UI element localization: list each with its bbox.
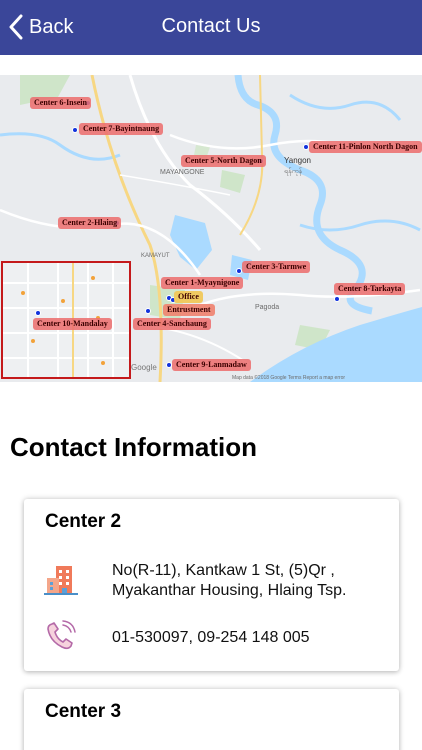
contact-info-heading: Contact Information: [10, 432, 257, 462]
map-label-center4[interactable]: Center 4-Sanchaung: [133, 318, 211, 330]
map-label-center8[interactable]: Center 8-Tarkayta: [334, 283, 406, 295]
map-place-yangon: Yangon: [284, 156, 311, 165]
map-label-center11[interactable]: Center 11-Pinlon North Dagon: [309, 141, 422, 153]
map-label-center2[interactable]: Center 2-Hlaing: [58, 217, 122, 229]
map-attribution: Map data ©2018 Google Terms Report a map…: [232, 375, 346, 381]
map-pin-center4[interactable]: [145, 308, 151, 314]
map-label-entrustment[interactable]: Entrustment: [163, 304, 215, 316]
map-label-center3[interactable]: Center 3-Tarmwe: [242, 261, 311, 273]
map-label-office[interactable]: Office: [174, 291, 203, 303]
google-logo: Google: [131, 363, 157, 372]
map-pin-center10[interactable]: [35, 310, 41, 316]
map-label-center9[interactable]: Center 9-Lanmadaw: [172, 359, 251, 371]
phone-icon: [47, 620, 76, 650]
map-label-center7[interactable]: Center 7-Bayintnaung: [79, 123, 164, 135]
phone-text[interactable]: 01-530097, 09-254 148 005: [112, 628, 310, 648]
map-place-mayangone: MAYANGONE: [160, 169, 205, 176]
map-pin-center8[interactable]: [334, 296, 340, 302]
page-title: Contact Us: [161, 15, 261, 37]
card-title: Center 3: [45, 701, 122, 722]
map-pin-center7[interactable]: [72, 127, 78, 133]
building-icon: [44, 566, 78, 595]
map-label-center5[interactable]: Center 5-North Dagon: [181, 155, 266, 167]
address-line-2: Myakanthar Housing, Hlaing Tsp.: [112, 582, 347, 599]
map-label-center10[interactable]: Center 10-Mandalay: [33, 318, 112, 330]
nav-bar: Back Contact Us: [0, 0, 422, 55]
map-place-kamayut: KAMAYUT: [141, 253, 170, 259]
contact-card[interactable]: Center 2 No(R-11), Kantkaw 1 St, (5)Qr ,…: [24, 499, 399, 671]
map-place-yangon-mm: ရန်ကုန်: [284, 168, 303, 175]
address-line-1: No(R-11), Kantkaw 1 St, (5)Qr ,: [112, 562, 335, 579]
locations-map[interactable]: Yangon ရန်ကုန် MAYANGONE KAMAYUT Pagoda …: [0, 75, 422, 382]
card-title: Center 2: [45, 511, 122, 532]
map-place-pagoda: Pagoda: [255, 304, 280, 311]
address-text: No(R-11), Kantkaw 1 St, (5)Qr , Myakanth…: [112, 561, 347, 601]
contact-card[interactable]: Center 3: [24, 689, 399, 750]
map-label-center1[interactable]: Center 1-Myaynigone: [161, 277, 244, 289]
map-label-center6[interactable]: Center 6-Insein: [30, 97, 91, 109]
